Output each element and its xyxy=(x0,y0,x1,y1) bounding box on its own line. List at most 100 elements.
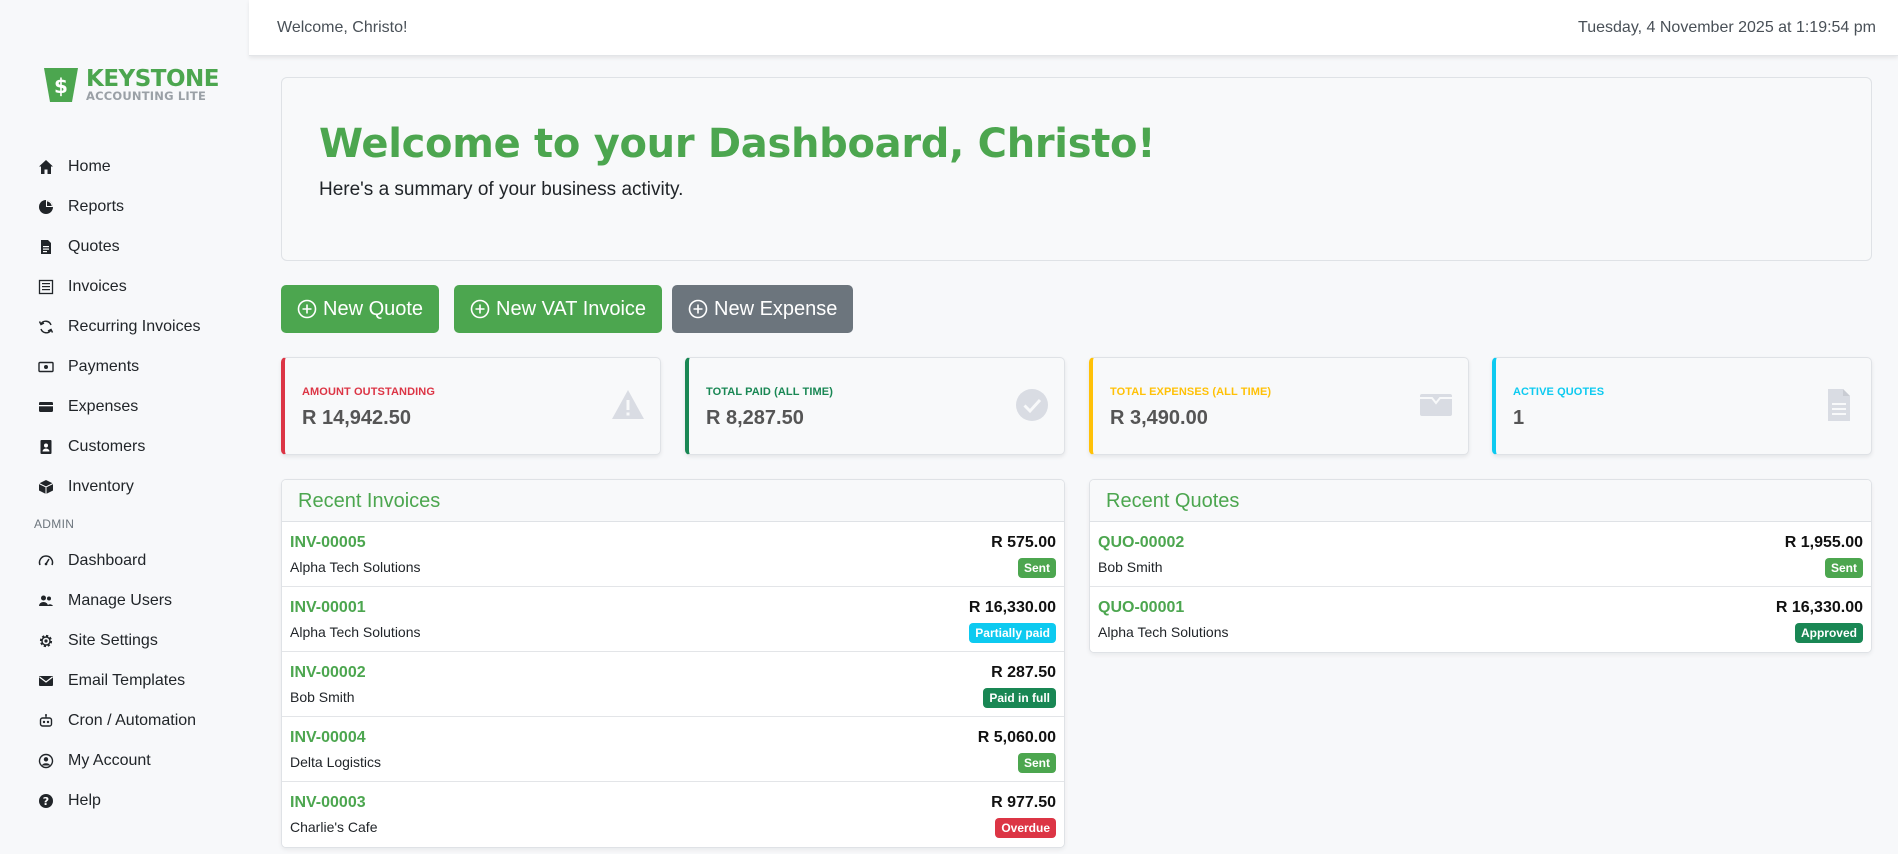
panel-header: Recent Invoices xyxy=(282,480,1064,522)
refresh-icon xyxy=(38,320,54,334)
invoice-number[interactable]: INV-00004 xyxy=(290,729,366,747)
quote-row[interactable]: QUO-00002 Bob Smith R 1,955.00 Sent xyxy=(1090,522,1871,587)
new-quote-button[interactable]: New Quote xyxy=(281,285,440,333)
keystone-logo-icon: $ xyxy=(42,66,80,104)
status-badge: Sent xyxy=(1017,753,1056,773)
sidebar-item-label: Invoices xyxy=(68,278,127,295)
sidebar-item-label: Manage Users xyxy=(68,592,173,609)
sidebar-item-recurring-invoices[interactable]: Recurring Invoices xyxy=(0,307,249,347)
invoice-number[interactable]: INV-00003 xyxy=(290,794,366,812)
stat-total-expenses: TOTAL EXPENSES (ALL TIME) R 3,490.00 xyxy=(1089,357,1469,455)
sidebar-item-label: My Account xyxy=(68,752,151,769)
sidebar-item-label: Inventory xyxy=(68,478,134,495)
speedometer-icon xyxy=(38,555,54,566)
sidebar-item-my-account[interactable]: My Account xyxy=(0,741,249,781)
quote-customer: Alpha Tech Solutions xyxy=(1098,624,1229,640)
sidebar-item-reports[interactable]: Reports xyxy=(0,187,249,227)
svg-text:?: ? xyxy=(43,795,49,808)
pie-chart-icon xyxy=(39,200,53,214)
sidebar-item-dashboard[interactable]: Dashboard xyxy=(0,541,249,581)
recent-invoices-panel: Recent Invoices INV-00005 Alpha Tech Sol… xyxy=(281,479,1065,848)
sidebar-item-label: Home xyxy=(68,158,111,175)
document-icon xyxy=(1828,389,1850,421)
quote-number[interactable]: QUO-00002 xyxy=(1098,534,1184,552)
admin-section-label: ADMIN xyxy=(34,517,75,531)
stat-value: R 3,490.00 xyxy=(1110,407,1208,429)
sidebar-item-cron-automation[interactable]: Cron / Automation xyxy=(0,701,249,741)
sidebar-item-inventory[interactable]: Inventory xyxy=(0,467,249,507)
contact-card-icon xyxy=(40,440,52,454)
stat-amount-outstanding: AMOUNT OUTSTANDING R 14,942.50 xyxy=(281,357,661,455)
stat-label: TOTAL EXPENSES (ALL TIME) xyxy=(1110,386,1272,398)
invoice-number[interactable]: INV-00001 xyxy=(290,599,366,617)
sidebar-item-label: Reports xyxy=(68,198,125,215)
gear-icon xyxy=(39,634,53,648)
users-icon xyxy=(39,595,53,606)
sidebar-item-home[interactable]: Home xyxy=(0,147,249,187)
envelope-icon xyxy=(39,676,53,686)
invoice-row[interactable]: INV-00005 Alpha Tech Solutions R 575.00 … xyxy=(282,522,1064,587)
svg-text:$: $ xyxy=(54,74,68,98)
recent-invoices-title: Recent Invoices xyxy=(298,490,441,512)
invoice-customer: Bob Smith xyxy=(290,689,355,705)
recent-quotes-title: Recent Quotes xyxy=(1106,490,1240,512)
invoice-number[interactable]: INV-00005 xyxy=(290,534,366,552)
new-vat-invoice-label: New VAT Invoice xyxy=(496,297,647,320)
new-quote-label: New Quote xyxy=(323,297,424,320)
sidebar: $ KEYSTONE ACCOUNTING LITE Home Reports … xyxy=(0,0,249,854)
sidebar-item-email-templates[interactable]: Email Templates xyxy=(0,661,249,701)
top-bar: Welcome, Christo! Tuesday, 4 November 20… xyxy=(249,0,1898,56)
sidebar-item-label: Dashboard xyxy=(68,552,147,569)
invoice-amount: R 575.00 xyxy=(991,534,1056,551)
sidebar-item-payments[interactable]: Payments xyxy=(0,347,249,387)
sidebar-nav: Home Reports Quotes Invoices Recurring I… xyxy=(0,147,249,821)
robot-icon xyxy=(39,714,53,727)
brand-logo[interactable]: $ KEYSTONE ACCOUNTING LITE xyxy=(42,66,219,104)
invoice-row[interactable]: INV-00002 Bob Smith R 287.50 Paid in ful… xyxy=(282,652,1064,717)
current-datetime: Tuesday, 4 November 2025 at 1:19:54 pm xyxy=(1578,19,1876,36)
page-title: Welcome to your Dashboard, Christo! xyxy=(319,121,1156,167)
sidebar-item-label: Site Settings xyxy=(68,632,158,649)
quote-customer: Bob Smith xyxy=(1098,559,1163,575)
brand-tagline: ACCOUNTING LITE xyxy=(86,88,207,103)
quote-row[interactable]: QUO-00001 Alpha Tech Solutions R 16,330.… xyxy=(1090,587,1871,652)
sidebar-item-manage-users[interactable]: Manage Users xyxy=(0,581,249,621)
status-badge: Partially paid xyxy=(969,623,1056,643)
wallet-icon xyxy=(1420,394,1452,416)
stat-value: R 14,942.50 xyxy=(302,407,411,429)
sidebar-item-label: Expenses xyxy=(68,398,139,415)
sidebar-item-customers[interactable]: Customers xyxy=(0,427,249,467)
user-circle-icon xyxy=(38,753,54,769)
stat-label: TOTAL PAID (ALL TIME) xyxy=(706,386,833,398)
ledger-icon xyxy=(38,279,54,295)
sidebar-item-label: Cron / Automation xyxy=(68,712,197,729)
sidebar-item-site-settings[interactable]: Site Settings xyxy=(0,621,249,661)
invoice-row[interactable]: INV-00001 Alpha Tech Solutions R 16,330.… xyxy=(282,587,1064,652)
sidebar-item-label: Customers xyxy=(68,438,146,455)
new-vat-invoice-button[interactable]: New VAT Invoice xyxy=(454,285,663,333)
quote-number[interactable]: QUO-00001 xyxy=(1098,599,1184,617)
new-expense-button[interactable]: New Expense xyxy=(672,285,854,333)
invoice-customer: Delta Logistics xyxy=(290,754,382,770)
plus-circle-icon xyxy=(688,299,708,319)
sidebar-item-help[interactable]: ? Help xyxy=(0,781,249,821)
sidebar-item-expenses[interactable]: Expenses xyxy=(0,387,249,427)
invoice-row[interactable]: INV-00003 Charlie's Cafe R 977.50 Overdu… xyxy=(282,782,1064,847)
status-badge: Paid in full xyxy=(983,688,1056,708)
invoice-customer: Alpha Tech Solutions xyxy=(290,624,421,640)
sidebar-item-quotes[interactable]: Quotes xyxy=(0,227,249,267)
invoice-amount: R 977.50 xyxy=(991,794,1056,811)
quote-amount: R 1,955.00 xyxy=(1784,534,1863,551)
invoice-number[interactable]: INV-00002 xyxy=(290,664,366,682)
welcome-text: Welcome, Christo! xyxy=(277,19,408,36)
status-badge: Sent xyxy=(1017,558,1056,578)
status-badge: Sent xyxy=(1824,558,1863,578)
sidebar-item-invoices[interactable]: Invoices xyxy=(0,267,249,307)
recent-quotes-panel: Recent Quotes QUO-00002 Bob Smith R 1,95… xyxy=(1089,479,1872,653)
invoice-row[interactable]: INV-00004 Delta Logistics R 5,060.00 Sen… xyxy=(282,717,1064,782)
document-icon xyxy=(41,240,51,254)
wallet-icon xyxy=(39,402,53,412)
invoice-amount: R 16,330.00 xyxy=(968,599,1056,616)
stat-label: ACTIVE QUOTES xyxy=(1513,386,1605,398)
check-circle-icon xyxy=(1016,389,1048,421)
